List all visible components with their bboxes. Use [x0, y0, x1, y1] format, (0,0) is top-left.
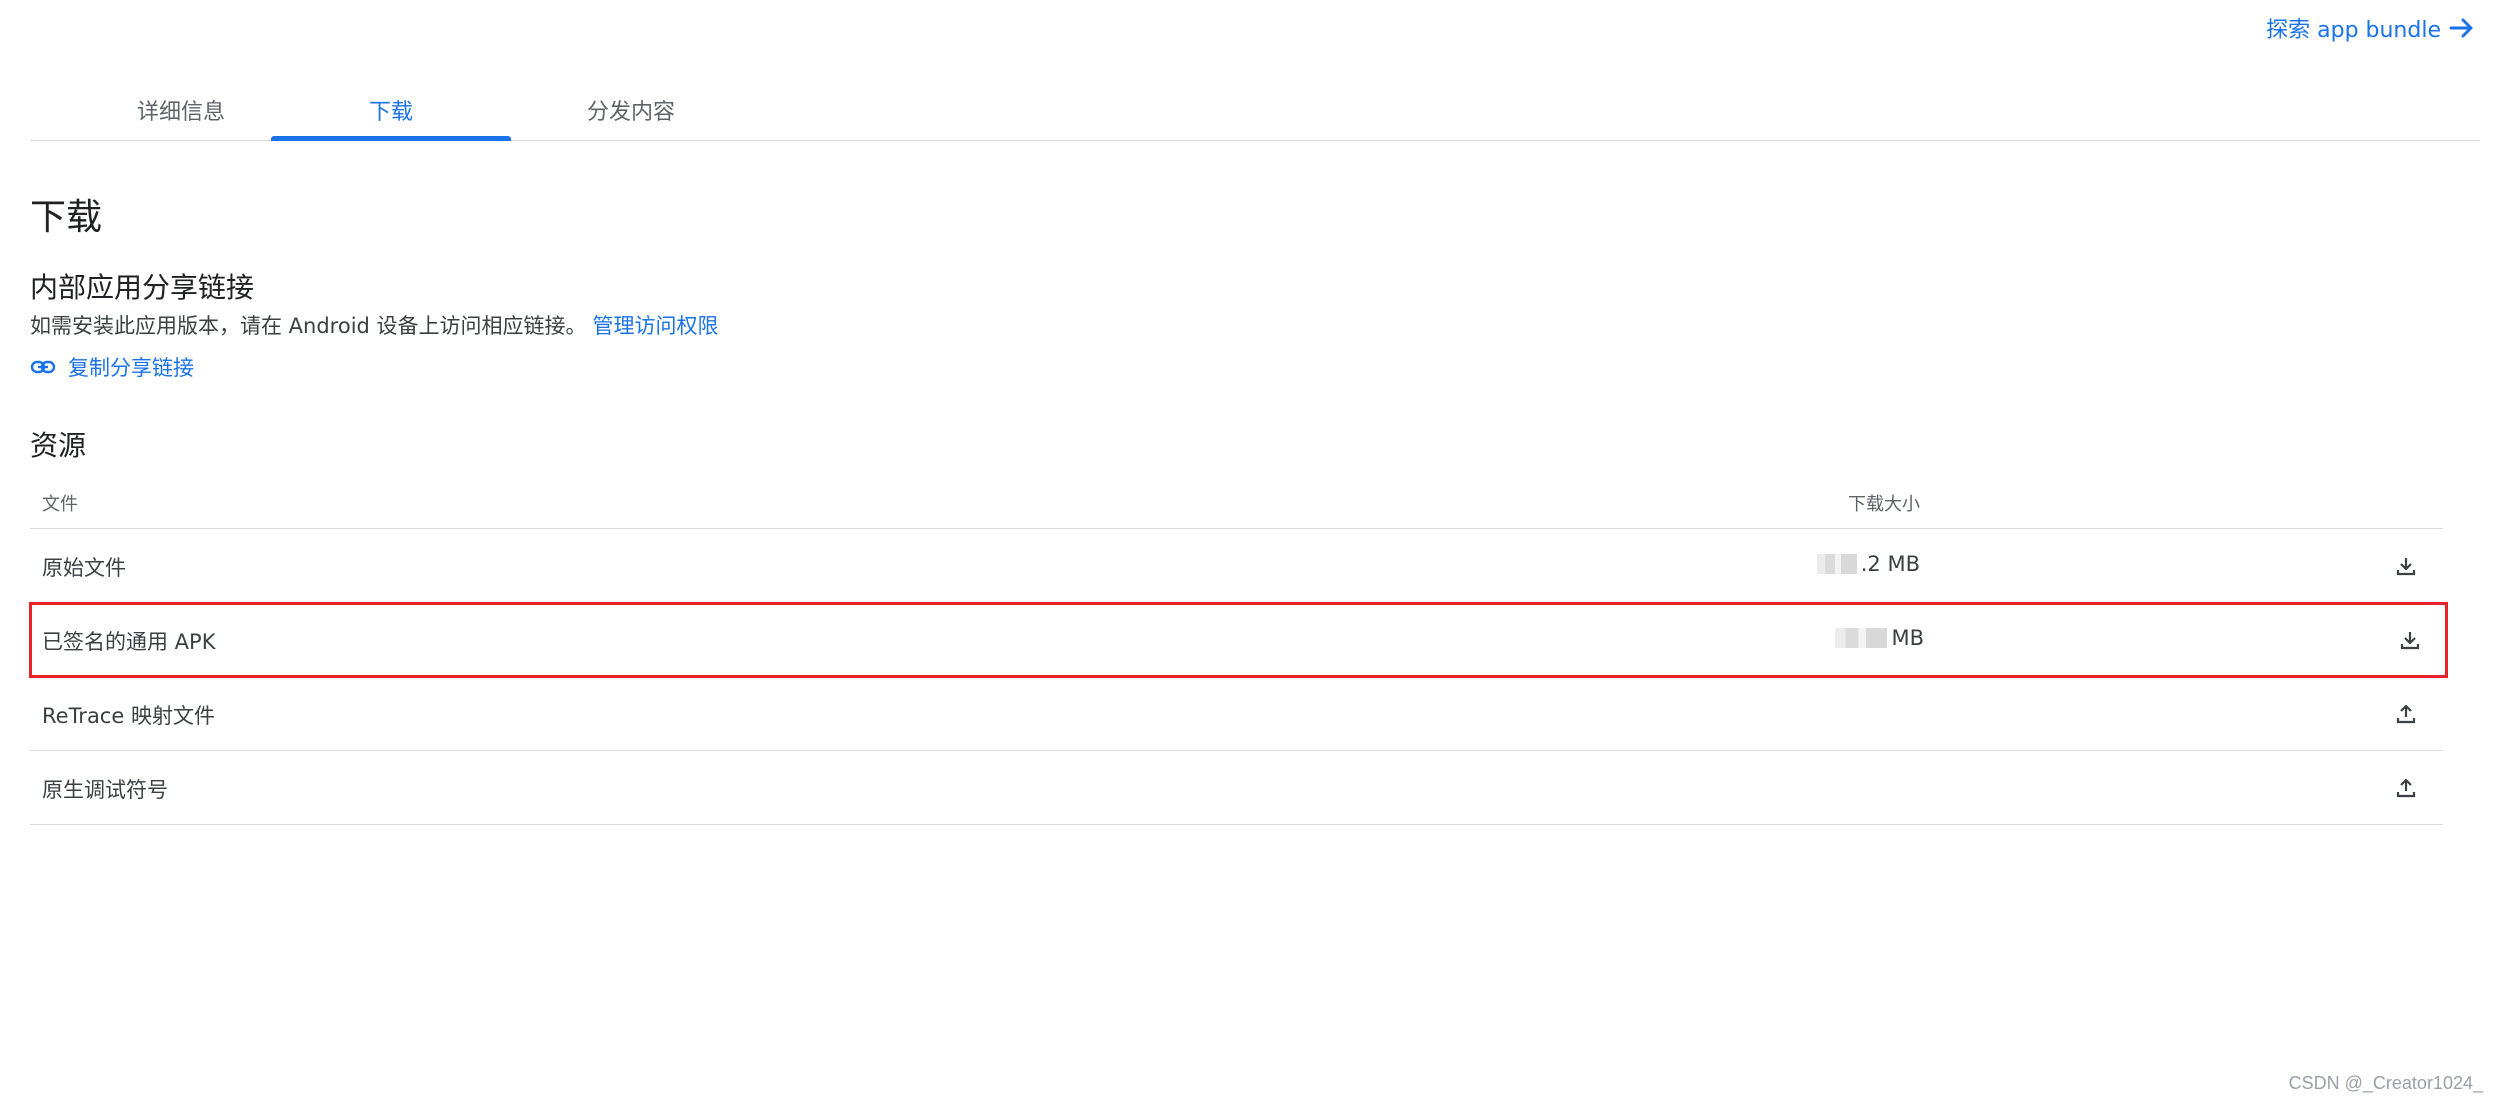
upload-icon[interactable]	[2393, 701, 2419, 727]
row-file-name: 原始文件	[42, 556, 126, 580]
share-description-text: 如需安装此应用版本，请在 Android 设备上访问相应链接。	[30, 314, 587, 338]
tab-delivery[interactable]: 分发内容	[511, 80, 751, 139]
share-section-title: 内部应用分享链接	[30, 271, 255, 304]
column-header-size: 下载大小	[1848, 494, 1920, 515]
tab-bar: 详细信息 下载 分发内容	[30, 80, 2480, 141]
row-file-size: MB	[1835, 626, 1924, 650]
row-file-name: ReTrace 映射文件	[42, 704, 215, 728]
copy-share-link-button[interactable]: 复制分享链接	[30, 352, 194, 382]
manage-access-link[interactable]: 管理访问权限	[593, 314, 719, 338]
table-row: 原始文件 .2 MB	[30, 529, 2443, 603]
download-icon[interactable]	[2397, 627, 2423, 653]
watermark: CSDN @_Creator1024_	[2288, 1073, 2483, 1093]
redacted-value	[1835, 628, 1888, 648]
column-header-file: 文件	[42, 494, 78, 515]
page-title: 下载	[30, 197, 103, 238]
arrow-right-icon	[2449, 17, 2475, 39]
row-file-name: 已签名的通用 APK	[42, 630, 216, 654]
row-file-size-value: MB	[1891, 626, 1924, 650]
row-file-size: .2 MB	[1816, 552, 1920, 576]
copy-share-link-label: 复制分享链接	[68, 356, 194, 380]
row-file-name: 原生调试符号	[42, 778, 168, 802]
table-row: 已签名的通用 APK MB	[29, 602, 2448, 678]
link-icon	[30, 359, 56, 375]
redacted-value	[1816, 554, 1857, 574]
explore-app-bundle-label: 探索 app bundle	[2266, 18, 2441, 43]
download-icon[interactable]	[2393, 553, 2419, 579]
assets-table-header: 文件 下载大小	[30, 470, 2443, 529]
active-tab-indicator	[271, 136, 511, 141]
tab-details[interactable]: 详细信息	[61, 80, 301, 139]
tab-details-label: 详细信息	[136, 99, 225, 125]
tab-delivery-label: 分发内容	[586, 99, 675, 125]
row-file-size-value: .2 MB	[1860, 552, 1920, 576]
share-description: 如需安装此应用版本，请在 Android 设备上访问相应链接。 管理访问权限	[30, 310, 719, 340]
tab-downloads-label: 下载	[368, 99, 413, 125]
table-row: ReTrace 映射文件	[30, 677, 2443, 751]
assets-section-title: 资源	[30, 429, 87, 462]
explore-app-bundle-link[interactable]: 探索 app bundle	[2266, 10, 2475, 46]
upload-icon[interactable]	[2393, 775, 2419, 801]
tab-downloads[interactable]: 下载	[271, 80, 511, 139]
table-row: 原生调试符号	[30, 751, 2443, 825]
assets-table: 文件 下载大小 原始文件 .2 MB 已签名的通用 APK MB ReTrace…	[29, 470, 2448, 825]
